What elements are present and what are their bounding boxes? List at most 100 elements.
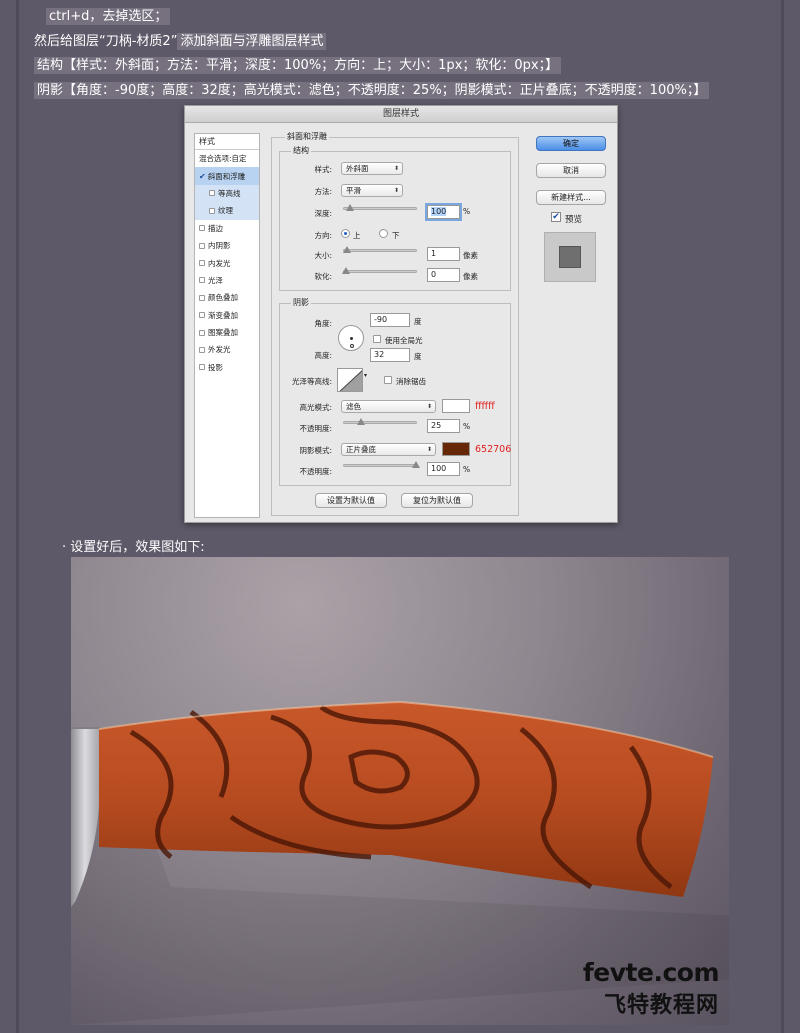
size-label: 大小:	[314, 251, 332, 260]
cancel-button[interactable]: 取消	[536, 163, 606, 178]
global-light-checkbox[interactable]	[373, 335, 381, 343]
technique-select[interactable]: 平滑 ⬍	[341, 184, 403, 197]
sidebar-item-inner-shadow[interactable]: 内阴影	[195, 237, 259, 254]
highlight-opacity-slider[interactable]	[343, 418, 417, 425]
sidebar-header[interactable]: 样式	[195, 134, 259, 150]
checkbox-icon[interactable]	[209, 207, 215, 214]
slider-knob-icon[interactable]	[342, 267, 350, 274]
preview-square	[559, 246, 581, 268]
sidebar-item-texture[interactable]: 纹理	[195, 202, 259, 220]
style-select[interactable]: 外斜面 ⬍	[341, 162, 403, 175]
result-image: fevte.com 飞特教程网	[71, 557, 729, 1025]
soften-unit: 像素	[463, 272, 478, 281]
checkbox-icon[interactable]	[199, 294, 205, 301]
shadow-opacity-input[interactable]: 100	[427, 462, 460, 476]
checkbox-icon[interactable]	[209, 190, 215, 197]
updown-arrow-icon: ⬍	[393, 165, 399, 172]
sidebar-item-label: 外发光	[208, 345, 231, 355]
shading-title: 阴影	[291, 297, 311, 308]
new-style-button[interactable]: 新建样式...	[536, 190, 606, 205]
preview-checkbox[interactable]: ✔	[551, 212, 561, 222]
instruction-line-4: 阴影【角度：-90度；高度：32度；高光模式：滤色；不透明度：25%；阴影模式：…	[34, 81, 710, 101]
sidebar-item-satin[interactable]: 光泽	[195, 272, 259, 289]
checkmark-icon[interactable]: ✔	[199, 168, 206, 185]
depth-input[interactable]: 100	[427, 205, 460, 219]
structure-title: 结构	[291, 145, 311, 156]
ok-button[interactable]: 确定	[536, 136, 606, 151]
left-divider	[16, 0, 19, 1033]
direction-up-radio[interactable]	[341, 229, 350, 238]
highlight-mode-select[interactable]: 滤色 ⬍	[341, 400, 436, 413]
sidebar-item-contour[interactable]: 等高线	[195, 184, 259, 203]
altitude-unit: 度	[414, 352, 422, 361]
sidebar-item-stroke[interactable]: 描边	[195, 220, 259, 237]
contour-dropdown-icon[interactable]: ▾	[364, 372, 367, 379]
checkbox-icon[interactable]	[199, 277, 205, 284]
style-preview-thumbnail	[544, 232, 596, 282]
sidebar-item-gradient-overlay[interactable]: 渐变叠加	[195, 307, 259, 324]
depth-slider[interactable]	[343, 204, 417, 211]
structure-params: 结构【样式：外斜面；方法：平滑；深度：100%；方向：上；大小：1px；软化：0…	[34, 57, 562, 74]
instruction-text-highlight: 添加斜面与浮雕图层样式	[177, 33, 327, 50]
slider-knob-icon[interactable]	[343, 246, 351, 253]
direction-down-radio[interactable]	[379, 229, 388, 238]
sidebar-item-blending-options[interactable]: 混合选项:自定	[195, 150, 259, 167]
angle-unit: 度	[414, 317, 422, 326]
soften-input[interactable]: 0	[427, 268, 460, 282]
checkbox-icon[interactable]	[199, 260, 205, 267]
size-input[interactable]: 1	[427, 247, 460, 261]
sidebar-item-label: 等高线	[218, 188, 241, 198]
dial-handle-icon[interactable]	[350, 344, 354, 348]
highlight-mode-label: 高光模式:	[299, 403, 332, 412]
checkbox-icon[interactable]	[199, 329, 205, 336]
direction-down-label: 下	[392, 231, 400, 240]
contour-curve-icon	[339, 370, 362, 391]
sidebar-item-label: 内阴影	[208, 241, 231, 251]
shadow-opacity-slider[interactable]	[343, 461, 420, 468]
checkbox-icon[interactable]	[199, 346, 205, 353]
sidebar-item-label: 斜面和浮雕	[207, 171, 246, 181]
sidebar-item-color-overlay[interactable]: 颜色叠加	[195, 289, 259, 306]
sidebar-item-drop-shadow[interactable]: 投影	[195, 359, 259, 376]
checkbox-icon[interactable]	[199, 364, 205, 371]
angle-input[interactable]: -90	[370, 313, 410, 327]
make-default-button[interactable]: 设置为默认值	[315, 493, 387, 508]
gloss-contour-picker[interactable]	[337, 368, 363, 392]
checkbox-icon[interactable]	[199, 242, 205, 249]
sidebar-item-label: 投影	[208, 362, 223, 372]
result-caption: · 设置好后，效果图如下:	[62, 540, 205, 555]
anti-alias-checkbox[interactable]	[384, 376, 392, 384]
soften-slider[interactable]	[342, 267, 417, 274]
updown-arrow-icon: ⬍	[393, 187, 399, 194]
depth-value: 100	[431, 207, 447, 216]
sidebar-item-label: 纹理	[218, 206, 233, 216]
highlight-opacity-input[interactable]: 25	[427, 419, 460, 433]
sidebar-item-label: 光泽	[208, 275, 223, 285]
style-label: 样式:	[314, 165, 332, 174]
bevel-panel-title: 斜面和浮雕	[285, 131, 329, 142]
angle-dial[interactable]	[338, 325, 364, 351]
instruction-line-1: ctrl+d，去掉选区；	[46, 7, 171, 27]
slider-knob-icon[interactable]	[412, 461, 420, 468]
slider-knob-icon[interactable]	[357, 418, 365, 425]
sidebar-item-outer-glow[interactable]: 外发光	[195, 341, 259, 358]
layer-style-dialog: 图层样式 样式 混合选项:自定 ✔ 斜面和浮雕 等高线 纹理 描边 内阴影 内发光…	[184, 105, 618, 523]
sidebar-item-label: 混合选项:自定	[199, 154, 247, 164]
reset-default-button[interactable]: 复位为默认值	[401, 493, 473, 508]
altitude-input[interactable]: 32	[370, 348, 410, 362]
styles-sidebar: 样式 混合选项:自定 ✔ 斜面和浮雕 等高线 纹理 描边 内阴影 内发光 光泽 颜…	[194, 133, 260, 518]
checkbox-icon[interactable]	[199, 312, 205, 319]
updown-arrow-icon: ⬍	[426, 446, 432, 453]
highlight-color-swatch[interactable]	[442, 399, 470, 413]
sidebar-item-inner-glow[interactable]: 内发光	[195, 254, 259, 271]
size-slider[interactable]	[343, 246, 417, 253]
sidebar-item-bevel-emboss[interactable]: ✔ 斜面和浮雕	[195, 167, 259, 185]
size-unit: 像素	[463, 251, 478, 260]
sidebar-item-pattern-overlay[interactable]: 图案叠加	[195, 324, 259, 341]
shadow-color-swatch[interactable]	[442, 442, 470, 456]
slider-knob-icon[interactable]	[346, 204, 354, 211]
shadow-mode-select[interactable]: 正片叠底 ⬍	[341, 443, 436, 456]
shadow-opacity-unit: %	[463, 465, 471, 474]
highlight-opacity-label: 不透明度:	[299, 424, 332, 433]
checkbox-icon[interactable]	[199, 225, 205, 232]
